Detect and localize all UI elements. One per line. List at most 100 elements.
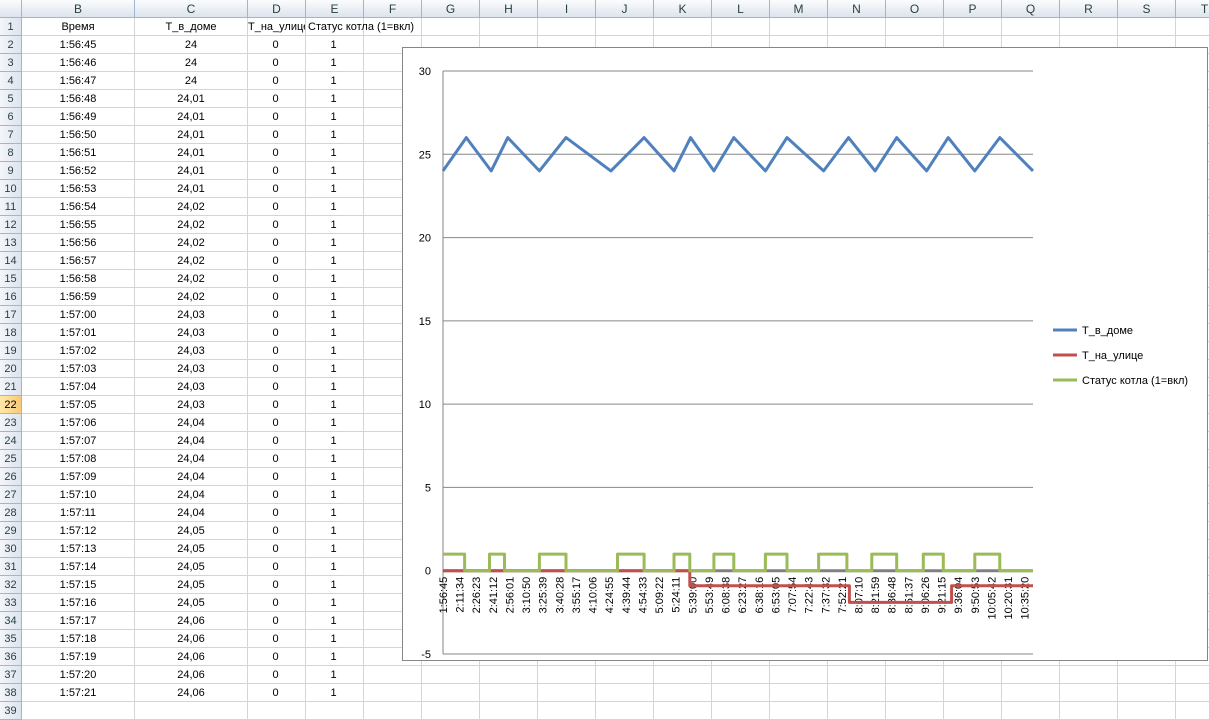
cell[interactable]: Т_в_доме [135,18,248,36]
cell[interactable]: 0 [248,504,306,522]
cell[interactable]: 0 [248,594,306,612]
row-header[interactable]: 37 [0,666,22,684]
cell[interactable]: 1:57:02 [22,342,135,360]
cell[interactable] [828,18,886,36]
cell[interactable] [1002,666,1060,684]
cell[interactable] [944,666,1002,684]
cell[interactable]: 24,01 [135,126,248,144]
cell[interactable]: 0 [248,648,306,666]
row-header[interactable]: 4 [0,72,22,90]
cell[interactable]: 24,02 [135,270,248,288]
cell[interactable]: 1 [306,468,364,486]
cell[interactable]: 24,01 [135,108,248,126]
cell[interactable]: 24,05 [135,558,248,576]
cell[interactable]: 24,02 [135,288,248,306]
cell[interactable]: 24,03 [135,360,248,378]
cell[interactable] [596,684,654,702]
series-line-2[interactable] [443,552,1033,573]
cell[interactable]: 24,04 [135,414,248,432]
row-header[interactable]: 24 [0,432,22,450]
cell[interactable] [828,684,886,702]
cell[interactable] [306,702,364,720]
cell[interactable]: 0 [248,72,306,90]
cell[interactable] [1118,666,1176,684]
cell[interactable] [364,18,422,36]
cell[interactable]: 0 [248,666,306,684]
row-header[interactable]: 16 [0,288,22,306]
row-header[interactable]: 33 [0,594,22,612]
cell[interactable]: 1 [306,144,364,162]
cell[interactable]: 1:57:13 [22,540,135,558]
column-header-b[interactable]: B [22,0,135,18]
cell[interactable]: 1 [306,270,364,288]
cell[interactable] [886,666,944,684]
cell[interactable]: 0 [248,36,306,54]
cell[interactable] [1176,18,1209,36]
cell[interactable]: 24,06 [135,684,248,702]
cell[interactable] [770,18,828,36]
row-header[interactable]: 38 [0,684,22,702]
cell[interactable]: 24,05 [135,576,248,594]
column-header-m[interactable]: M [770,0,828,18]
cell[interactable]: 1 [306,558,364,576]
row-header[interactable]: 27 [0,486,22,504]
cell[interactable] [1002,702,1060,720]
cell[interactable] [480,702,538,720]
cell[interactable]: 1 [306,234,364,252]
row-header[interactable]: 7 [0,126,22,144]
column-header-t[interactable]: T [1176,0,1209,18]
cell[interactable]: 1 [306,522,364,540]
cell[interactable]: 24 [135,54,248,72]
column-header-g[interactable]: G [422,0,480,18]
row-header[interactable]: 6 [0,108,22,126]
row-header[interactable]: 20 [0,360,22,378]
cell[interactable]: 0 [248,396,306,414]
cell[interactable]: 1 [306,504,364,522]
cell[interactable] [480,666,538,684]
row-header[interactable]: 31 [0,558,22,576]
column-header-d[interactable]: D [248,0,306,18]
cell[interactable]: 1:57:16 [22,594,135,612]
cell[interactable] [538,684,596,702]
cell[interactable] [364,702,422,720]
cell[interactable]: 24,03 [135,306,248,324]
cell[interactable]: 1 [306,72,364,90]
cell[interactable]: 0 [248,108,306,126]
cell[interactable]: 1 [306,594,364,612]
cell[interactable]: 0 [248,576,306,594]
row-header[interactable]: 8 [0,144,22,162]
cell[interactable]: 24,01 [135,180,248,198]
cell[interactable]: 0 [248,270,306,288]
cell[interactable]: Т_на_улице [248,18,306,36]
cell[interactable]: 1 [306,342,364,360]
cell[interactable]: 0 [248,540,306,558]
cell[interactable] [1002,684,1060,702]
cell[interactable] [1060,666,1118,684]
cell[interactable]: 24 [135,36,248,54]
cell[interactable]: 1 [306,576,364,594]
cell[interactable]: 0 [248,216,306,234]
cell[interactable]: 1:56:51 [22,144,135,162]
cell[interactable]: 24,04 [135,468,248,486]
cell[interactable]: 0 [248,288,306,306]
cell[interactable]: 0 [248,126,306,144]
cell[interactable]: 24,01 [135,144,248,162]
cell[interactable]: 1:56:59 [22,288,135,306]
cell[interactable] [1060,684,1118,702]
cell[interactable]: 24,03 [135,378,248,396]
cell[interactable] [422,666,480,684]
cell[interactable] [135,702,248,720]
cell[interactable]: 24,03 [135,396,248,414]
cell[interactable] [770,702,828,720]
cell[interactable]: 1:57:03 [22,360,135,378]
row-header[interactable]: 15 [0,270,22,288]
cell[interactable] [538,18,596,36]
cell[interactable]: 1:56:53 [22,180,135,198]
cell[interactable]: 1 [306,252,364,270]
cell[interactable]: 24,02 [135,216,248,234]
cell[interactable]: 1:57:18 [22,630,135,648]
cell[interactable]: 1 [306,360,364,378]
cell[interactable]: 0 [248,54,306,72]
cell[interactable]: 1 [306,180,364,198]
row-header[interactable]: 39 [0,702,22,720]
